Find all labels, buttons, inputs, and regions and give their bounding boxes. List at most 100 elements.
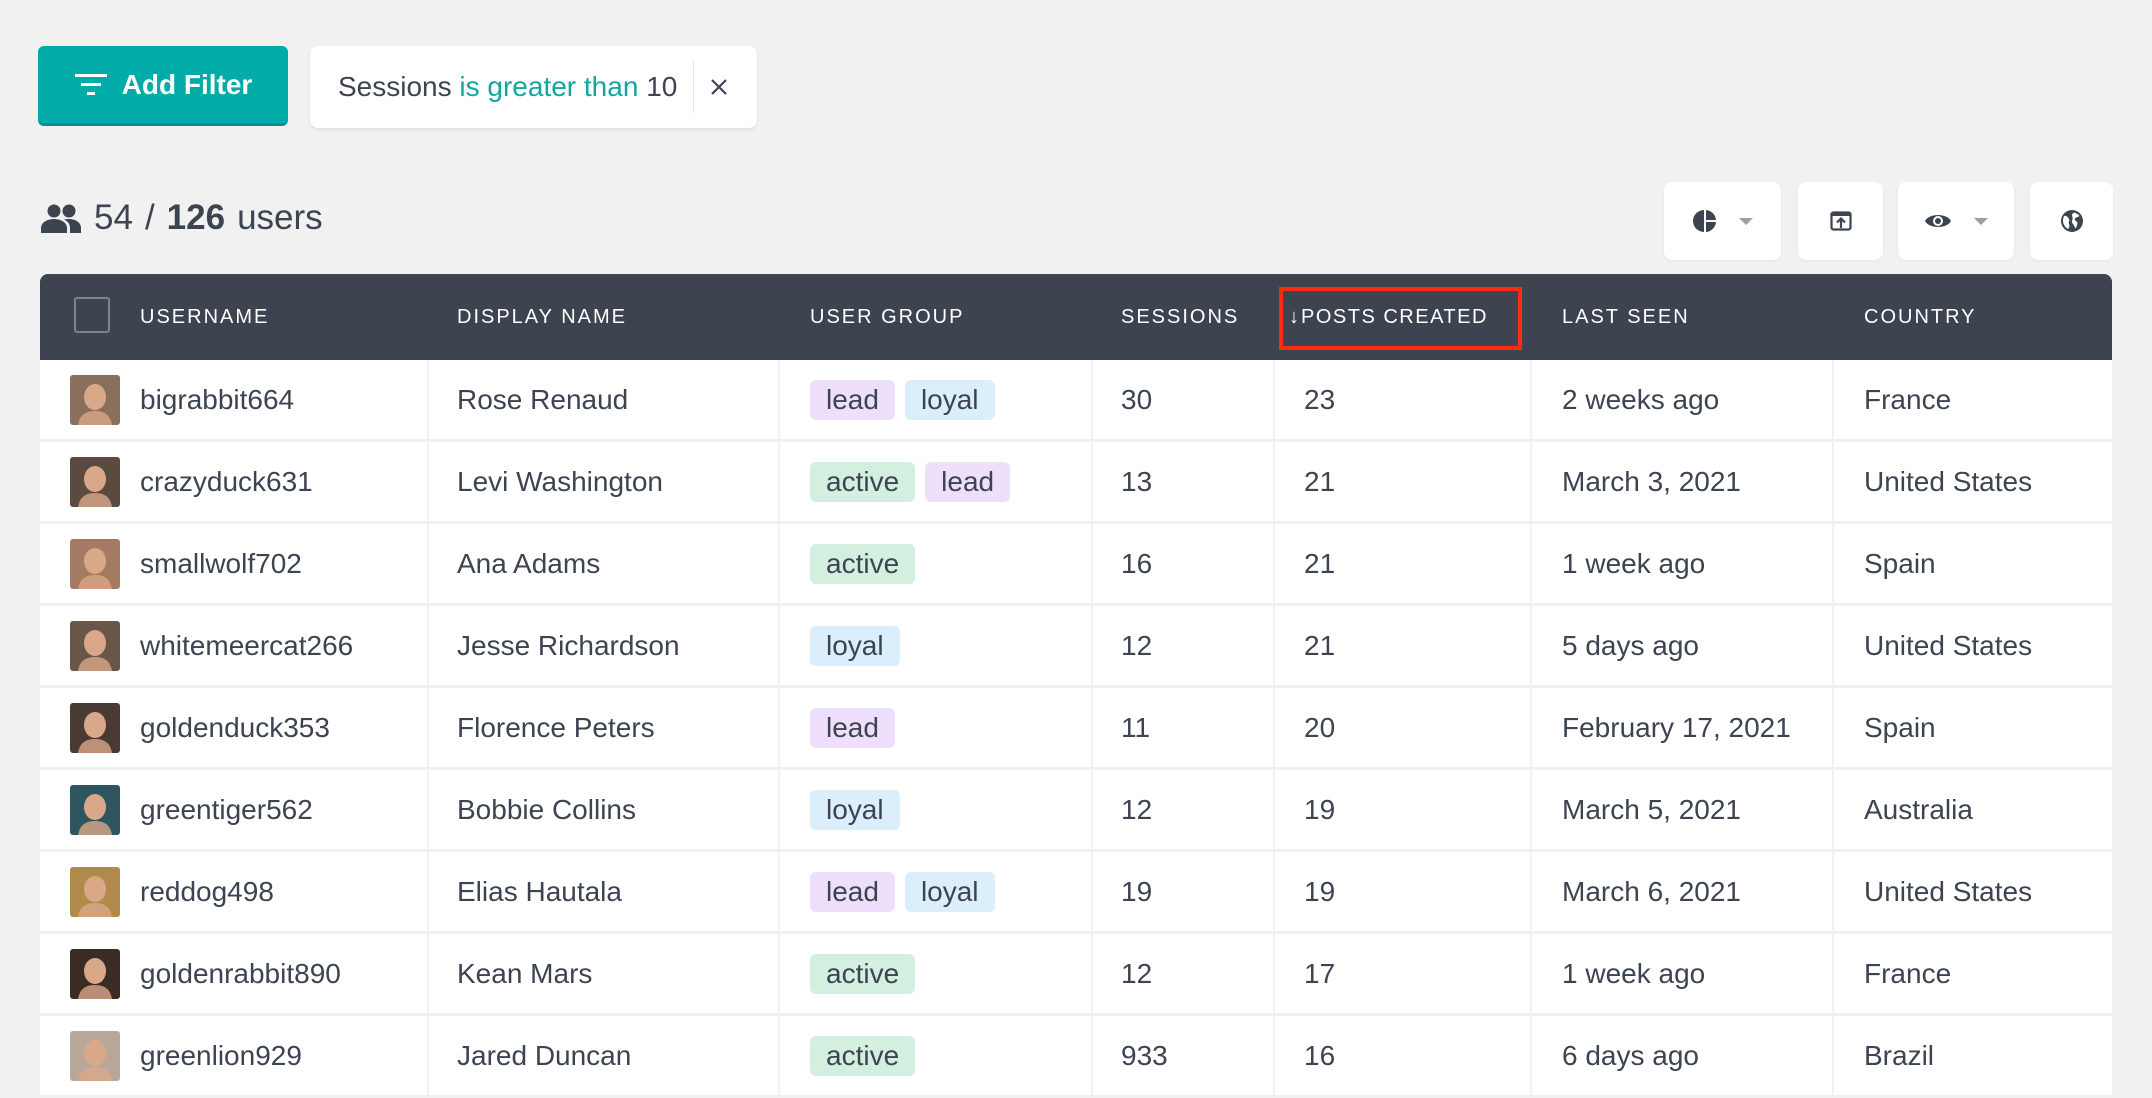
- column-header-country[interactable]: COUNTRY: [1864, 274, 1977, 360]
- column-divider: [778, 1016, 780, 1095]
- column-label: DISPLAY NAME: [457, 305, 627, 328]
- add-filter-button[interactable]: Add Filter: [38, 46, 288, 126]
- avatar-image: [70, 703, 120, 753]
- tag-active: active: [810, 461, 916, 502]
- column-divider: [1530, 606, 1532, 685]
- column-divider: [778, 934, 780, 1013]
- filter-icon: [74, 73, 107, 95]
- cell-posts-created: 23: [1304, 383, 1336, 415]
- table-row[interactable]: greenlion929 Jared Duncan active 933 16 …: [40, 1016, 2112, 1098]
- tag-active: active: [810, 953, 916, 994]
- cell-sessions: 30: [1121, 383, 1153, 415]
- avatar-image: [70, 621, 120, 671]
- pie-chart-icon: [1692, 210, 1716, 232]
- cell-last-seen: 6 days ago: [1562, 1039, 1699, 1071]
- eye-icon: [1925, 215, 1951, 227]
- column-divider: [778, 852, 780, 931]
- avatar: [70, 375, 120, 425]
- cell-posts-created: 19: [1304, 793, 1336, 825]
- cell-display-name: Rose Renaud: [457, 383, 629, 415]
- column-divider: [1273, 360, 1275, 439]
- cell-sessions: 12: [1121, 629, 1153, 661]
- column-header-posts-created[interactable]: ↓ POSTS CREATED: [1289, 274, 1488, 360]
- shown-count: 54: [94, 198, 133, 237]
- globe-icon: [2060, 210, 2083, 232]
- map-view-button[interactable]: [2030, 182, 2113, 260]
- column-header-sessions[interactable]: SESSIONS: [1121, 274, 1239, 360]
- column-divider: [1273, 770, 1275, 849]
- column-header-username[interactable]: USERNAME: [140, 274, 269, 360]
- column-label: LAST SEEN: [1562, 305, 1690, 328]
- filter-operator: is greater than: [459, 71, 639, 102]
- cell-sessions: 12: [1121, 793, 1153, 825]
- cell-sessions: 12: [1121, 957, 1153, 989]
- total-count: 126: [166, 198, 226, 237]
- column-label: USERNAME: [140, 305, 270, 328]
- cell-username: crazyduck631: [140, 465, 313, 497]
- column-divider: [427, 852, 429, 931]
- cell-last-seen: 1 week ago: [1562, 547, 1706, 579]
- avatar-image: [70, 785, 120, 835]
- cell-username: smallwolf702: [140, 547, 302, 579]
- table-row[interactable]: goldenduck353 Florence Peters lead 11 20…: [40, 688, 2112, 770]
- tag-loyal: loyal: [810, 789, 900, 830]
- cell-sessions: 19: [1121, 875, 1153, 907]
- table-row[interactable]: crazyduck631 Levi Washington active lead …: [40, 442, 2112, 524]
- table-row[interactable]: bigrabbit664 Rose Renaud lead loyal 30 23…: [40, 360, 2112, 442]
- visibility-button[interactable]: [1898, 182, 2014, 260]
- column-divider: [1832, 360, 1834, 439]
- cell-sessions: 13: [1121, 465, 1153, 497]
- avatar-image: [70, 867, 120, 917]
- cell-display-name: Jared Duncan: [457, 1039, 632, 1071]
- remove-filter-button[interactable]: [694, 71, 744, 103]
- filter-text: Sessions is greater than 10: [310, 71, 693, 103]
- column-divider: [1832, 852, 1834, 931]
- cell-country: United States: [1864, 629, 2033, 661]
- table-row[interactable]: goldenrabbit890 Kean Mars active 12 17 1…: [40, 934, 2112, 1016]
- export-button[interactable]: [1798, 182, 1883, 260]
- column-divider: [1091, 770, 1093, 849]
- cell-display-name: Kean Mars: [457, 957, 593, 989]
- cell-posts-created: 21: [1304, 547, 1336, 579]
- column-divider: [427, 360, 429, 439]
- column-label: COUNTRY: [1864, 305, 1977, 328]
- table-body: bigrabbit664 Rose Renaud lead loyal 30 23…: [40, 360, 2112, 1098]
- avatar-image: [70, 949, 120, 999]
- column-divider: [1832, 688, 1834, 767]
- column-divider: [1530, 524, 1532, 603]
- column-header-last-seen[interactable]: LAST SEEN: [1562, 274, 1690, 360]
- avatar: [70, 1031, 120, 1081]
- tag-loyal: loyal: [810, 625, 900, 666]
- avatar: [70, 621, 120, 671]
- avatar-image: [70, 539, 120, 589]
- chart-view-button[interactable]: [1664, 182, 1781, 260]
- table-row[interactable]: greentiger562 Bobbie Collins loyal 12 19…: [40, 770, 2112, 852]
- table-row[interactable]: smallwolf702 Ana Adams active 16 21 1 we…: [40, 524, 2112, 606]
- cell-last-seen: March 3, 2021: [1562, 465, 1741, 497]
- column-divider: [1530, 1016, 1532, 1095]
- cell-display-name: Jesse Richardson: [457, 629, 680, 661]
- cell-last-seen: 5 days ago: [1562, 629, 1699, 661]
- column-header-user-group[interactable]: USER GROUP: [810, 274, 964, 360]
- cell-username: reddog498: [140, 875, 274, 907]
- column-divider: [1273, 688, 1275, 767]
- column-divider: [1273, 524, 1275, 603]
- column-divider: [1530, 442, 1532, 521]
- active-filter-chip[interactable]: Sessions is greater than 10: [310, 46, 757, 128]
- cell-user-group: loyal: [810, 606, 910, 685]
- column-header-display-name[interactable]: DISPLAY NAME: [457, 274, 627, 360]
- cell-user-group: lead loyal: [810, 360, 1005, 439]
- cell-last-seen: 2 weeks ago: [1562, 383, 1720, 415]
- table-row[interactable]: whitemeercat266 Jesse Richardson loyal 1…: [40, 606, 2112, 688]
- cell-last-seen: February 17, 2021: [1562, 711, 1791, 743]
- column-divider: [1091, 688, 1093, 767]
- avatar: [70, 457, 120, 507]
- column-divider: [1530, 852, 1532, 931]
- cell-user-group: active: [810, 524, 925, 603]
- select-all-checkbox[interactable]: [74, 297, 110, 333]
- cell-posts-created: 21: [1304, 465, 1336, 497]
- table-row[interactable]: reddog498 Elias Hautala lead loyal 19 19 …: [40, 852, 2112, 934]
- avatar-image: [70, 1031, 120, 1081]
- tag-active: active: [810, 1035, 916, 1076]
- column-label: USER GROUP: [810, 305, 965, 328]
